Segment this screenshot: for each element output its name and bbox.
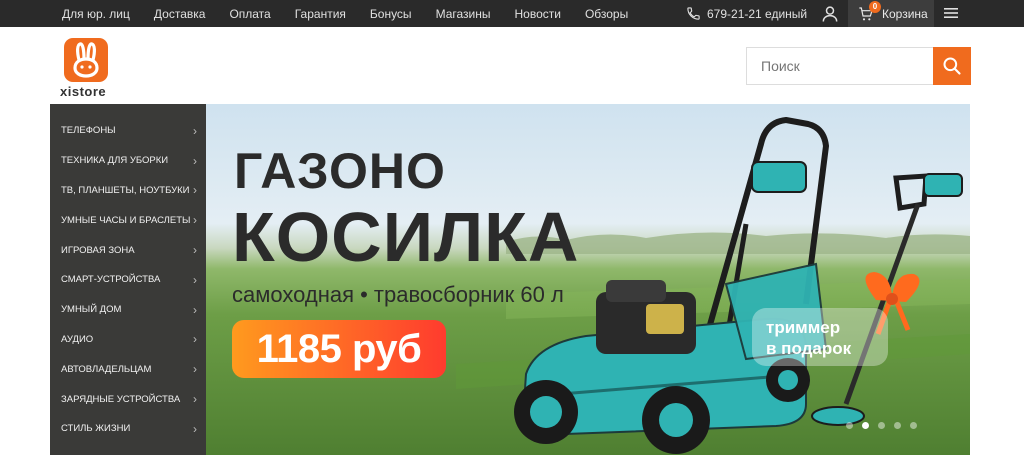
top-nav-link-stores[interactable]: Магазины xyxy=(436,7,491,21)
user-icon[interactable] xyxy=(820,4,840,24)
category-item-phones[interactable]: ТЕЛЕФОНЫ › xyxy=(50,116,207,146)
category-label: АВТОВЛАДЕЛЬЦАМ xyxy=(61,363,152,375)
chevron-right-icon: › xyxy=(193,153,197,168)
cart-button[interactable]: 0 Корзина xyxy=(848,0,934,27)
banner-title-line1: ГАЗОНО xyxy=(234,143,446,199)
chevron-right-icon: › xyxy=(193,392,197,407)
category-item-lifestyle[interactable]: СТИЛЬ ЖИЗНИ › xyxy=(50,414,207,444)
category-item-audio[interactable]: АУДИО › xyxy=(50,325,207,355)
search-icon xyxy=(943,57,961,75)
category-list: ТЕЛЕФОНЫ › ТЕХНИКА ДЛЯ УБОРКИ › ТВ, ПЛАНШЕ… xyxy=(50,104,207,444)
banner-title-line2: КОСИЛКА xyxy=(232,198,580,276)
category-item-tv-tablets-laptops[interactable]: ТВ, ПЛАНШЕТЫ, НОУТБУКИ › xyxy=(50,176,207,206)
category-item-gaming[interactable]: ИГРОВАЯ ЗОНА › xyxy=(50,235,207,265)
gift-line2: в подарок xyxy=(766,339,852,358)
search-input[interactable] xyxy=(746,47,933,85)
top-nav-link-payment[interactable]: Оплата xyxy=(229,7,270,21)
category-label: ТЕЛЕФОНЫ xyxy=(61,125,116,137)
promo-banner[interactable]: ГАЗОНО КОСИЛКА самоходная • травосборник… xyxy=(206,104,970,455)
top-nav-link-warranty[interactable]: Гарантия xyxy=(295,7,346,21)
top-bar: Для юр. лиц Доставка Оплата Гарантия Бон… xyxy=(0,0,1024,27)
category-sidebar: ТЕЛЕФОНЫ › ТЕХНИКА ДЛЯ УБОРКИ › ТВ, ПЛАНШЕ… xyxy=(50,104,207,455)
logo-text: xistore xyxy=(60,84,107,99)
category-item-auto[interactable]: АВТОВЛАДЕЛЬЦАМ › xyxy=(50,354,207,384)
category-label: ТВ, ПЛАНШЕТЫ, НОУТБУКИ xyxy=(61,184,190,196)
phone-number: 679-21-21 единый xyxy=(707,6,808,21)
chevron-right-icon: › xyxy=(193,243,197,258)
category-item-chargers[interactable]: ЗАРЯДНЫЕ УСТРОЙСТВА › xyxy=(50,384,207,414)
gift-badge: триммер в подарок xyxy=(752,308,888,366)
category-item-smart-home[interactable]: УМНЫЙ ДОМ › xyxy=(50,295,207,325)
search-button[interactable] xyxy=(933,47,971,85)
logo-mark xyxy=(64,38,108,82)
slider-dot[interactable] xyxy=(846,422,853,429)
chevron-right-icon: › xyxy=(193,213,197,228)
category-label: ЗАРЯДНЫЕ УСТРОЙСТВА xyxy=(61,393,181,405)
chevron-right-icon: › xyxy=(193,272,197,287)
site-logo[interactable]: xistore xyxy=(58,38,118,100)
phone-link[interactable]: 679-21-21 единый xyxy=(686,0,807,27)
gift-line1: триммер xyxy=(766,318,841,337)
chevron-right-icon: › xyxy=(193,302,197,317)
category-label: АУДИО xyxy=(61,333,94,345)
cart-count-badge: 0 xyxy=(869,1,881,13)
slider-dot[interactable] xyxy=(894,422,901,429)
top-nav: Для юр. лиц Доставка Оплата Гарантия Бон… xyxy=(62,0,652,27)
chevron-right-icon: › xyxy=(193,362,197,377)
top-nav-link-delivery[interactable]: Доставка xyxy=(154,7,206,21)
category-label: ТЕХНИКА ДЛЯ УБОРКИ xyxy=(61,155,169,167)
slider-dot[interactable] xyxy=(878,422,885,429)
slider-dot[interactable] xyxy=(862,422,869,429)
chevron-right-icon: › xyxy=(193,183,197,198)
chevron-right-icon: › xyxy=(193,332,197,347)
category-label: ИГРОВАЯ ЗОНА xyxy=(61,244,135,256)
chevron-right-icon: › xyxy=(193,421,197,436)
slider-dot[interactable] xyxy=(910,422,917,429)
hamburger-menu-icon[interactable] xyxy=(944,6,958,20)
category-item-smart-devices[interactable]: СМАРТ-УСТРОЙСТВА › xyxy=(50,265,207,295)
bunny-logo-icon xyxy=(73,42,99,78)
phone-icon xyxy=(687,7,700,20)
top-nav-link-bonuses[interactable]: Бонусы xyxy=(370,7,412,21)
category-label: УМНЫЕ ЧАСЫ И БРАСЛЕТЫ xyxy=(61,214,191,226)
category-label: СТИЛЬ ЖИЗНИ xyxy=(61,423,131,435)
banner-price-badge: 1185 руб xyxy=(232,320,446,378)
chevron-right-icon: › xyxy=(193,123,197,138)
top-nav-link-reviews[interactable]: Обзоры xyxy=(585,7,628,21)
top-nav-link-b2b[interactable]: Для юр. лиц xyxy=(62,7,130,21)
category-label: УМНЫЙ ДОМ xyxy=(61,304,122,316)
cart-label: Корзина xyxy=(882,6,928,21)
slider-dots xyxy=(846,422,926,429)
top-nav-link-news[interactable]: Новости xyxy=(514,7,560,21)
category-item-cleaning[interactable]: ТЕХНИКА ДЛЯ УБОРКИ › xyxy=(50,146,207,176)
banner-subtitle: самоходная • травосборник 60 л xyxy=(232,282,564,307)
category-label: СМАРТ-УСТРОЙСТВА xyxy=(61,274,161,286)
category-item-smartwatches[interactable]: УМНЫЕ ЧАСЫ И БРАСЛЕТЫ › xyxy=(50,205,207,235)
